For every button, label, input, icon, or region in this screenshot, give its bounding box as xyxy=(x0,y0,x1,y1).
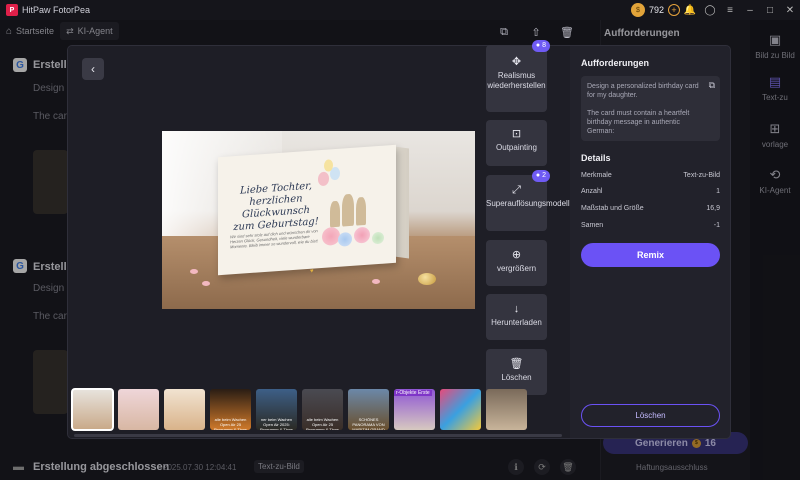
silhouette-figure xyxy=(342,193,354,227)
enlarge-label: vergrößern xyxy=(496,264,537,273)
detail-row-seed: Samen -1 xyxy=(581,222,720,229)
card-greeting: Liebe Tochter, herzlichen Glückwunsch zu… xyxy=(233,180,319,234)
generated-image-preview: Liebe Tochter, herzlichen Glückwunsch zu… xyxy=(162,131,475,309)
thumbnail[interactable] xyxy=(71,388,114,431)
heart-icon: ♥ xyxy=(310,268,314,275)
download-button[interactable]: ↓ Herunterladen xyxy=(486,294,547,340)
upload-icon[interactable]: ⇧ xyxy=(528,24,544,40)
credit-badge: ● 2 xyxy=(531,170,550,182)
back-button[interactable]: ‹ xyxy=(82,58,104,80)
thumbnail-scrollbar[interactable] xyxy=(74,434,562,437)
details-title: Details xyxy=(581,153,611,163)
detail-row-count: Anzahl 1 xyxy=(581,188,720,195)
menu-icon[interactable]: ≡ xyxy=(720,0,740,20)
petal xyxy=(190,269,198,274)
thumbnail-tag: r-Objekte Erste xyxy=(394,390,432,396)
prompts-title: Aufforderungen xyxy=(581,58,649,68)
add-points-button[interactable]: + xyxy=(668,4,680,16)
petal xyxy=(202,281,210,286)
thumbnail-caption: alle beim Wachen Open Air 25 Programm & … xyxy=(305,417,340,430)
gold-ornament xyxy=(418,273,436,285)
detail-key: Anzahl xyxy=(581,188,603,195)
super-resolution-label: Superauflösungsmodell xyxy=(486,199,570,208)
points-count: 792 xyxy=(648,5,664,15)
upscale-icon: ⤢ xyxy=(512,184,521,196)
detail-key: Merkmale xyxy=(581,172,612,179)
chevron-left-icon: ‹ xyxy=(91,62,95,76)
coin-icon: $ xyxy=(630,3,645,17)
thumbnail-strip: alle beim Wachen Open Air 25 Programm & … xyxy=(71,388,527,431)
outpainting-label: Outpainting xyxy=(496,143,537,152)
thumbnail[interactable] xyxy=(164,389,205,430)
copy-icon[interactable]: ⧉ xyxy=(709,80,715,91)
flower xyxy=(372,231,384,245)
enlarge-button[interactable]: ⊕ vergrößern xyxy=(486,240,547,286)
bell-icon[interactable]: 🔔 xyxy=(680,0,700,20)
silhouette-figure xyxy=(356,196,366,226)
app-logo-icon: P xyxy=(6,4,18,16)
thumbnail[interactable]: SCHÖNES PANORAMA VON MARITIM GRAND xyxy=(348,389,389,430)
detail-key: Samen xyxy=(581,222,604,229)
prompt-box: Design a personalized birthday card for … xyxy=(581,76,720,141)
detail-value: 1 xyxy=(716,188,720,195)
balloon xyxy=(318,171,329,187)
thumbnail[interactable] xyxy=(440,389,481,430)
app-window: P HitPaw FotorPea $ 792 + 🔔 ◯ ≡ – □ ✕ ⌂ … xyxy=(0,0,800,480)
flower xyxy=(338,231,352,247)
detail-value: Text-zu-Bild xyxy=(683,172,720,179)
delete-image-label: Löschen xyxy=(501,373,532,382)
thumbnail[interactable]: alle beim Wachen Open Air 25 Programm & … xyxy=(302,389,343,430)
silhouette-figure xyxy=(330,200,340,228)
detail-value: -1 xyxy=(713,222,720,229)
flower xyxy=(322,226,340,246)
title-bar: P HitPaw FotorPea $ 792 + 🔔 ◯ ≡ – □ ✕ xyxy=(0,0,800,20)
thumbnail-caption: alle beim Wachen Open Air 25 Programm & … xyxy=(213,417,248,430)
remix-button[interactable]: Remix xyxy=(581,243,720,267)
detail-key: Maßstab und Größe xyxy=(581,205,644,212)
thumbnail[interactable] xyxy=(486,389,527,430)
petal xyxy=(372,279,380,284)
compare-icon[interactable]: ⧉ xyxy=(496,24,512,40)
thumbnail[interactable]: alle beim Wachen Open Air 25 Programm & … xyxy=(210,389,251,430)
zoom-icon: ⊕ xyxy=(511,249,522,261)
thumbnail[interactable]: r-Objekte Erste xyxy=(394,389,435,430)
prompt-text: Design a personalized birthday card for … xyxy=(587,83,699,135)
credit-badge: ● 8 xyxy=(531,40,550,52)
outpainting-button[interactable]: ⊡ Outpainting xyxy=(486,120,547,166)
thumbnail-caption: ner beim Wachen Open Air 2025: Programm … xyxy=(259,417,294,430)
account-icon[interactable]: ◯ xyxy=(700,0,720,20)
download-icon: ↓ xyxy=(513,303,520,315)
minimize-icon[interactable]: – xyxy=(740,0,760,20)
delete-button[interactable]: Löschen xyxy=(581,404,720,427)
thumbnail-caption: SCHÖNES PANORAMA VON MARITIM GRAND xyxy=(352,417,385,430)
app-title: HitPaw FotorPea xyxy=(22,5,91,15)
detail-row-feature: Merkmale Text-zu-Bild xyxy=(581,172,720,179)
flower xyxy=(354,226,370,244)
super-resolution-button[interactable]: ⤢ Superauflösungsmodell ● 2 xyxy=(486,170,570,231)
thumbnail[interactable] xyxy=(118,389,159,430)
restore-realism-button[interactable]: ✥ Realismus wiederherstellen ● 8 xyxy=(486,40,550,112)
download-label: Herunterladen xyxy=(491,318,542,327)
maximize-icon[interactable]: □ xyxy=(760,0,780,20)
credit-count: 8 xyxy=(542,42,546,49)
credit-count: 2 xyxy=(542,172,546,179)
outpaint-icon: ⊡ xyxy=(511,128,522,140)
thumbnail[interactable]: ner beim Wachen Open Air 2025: Programm … xyxy=(256,389,297,430)
detail-row-scale: Maßstab und Größe 16,9 xyxy=(581,205,720,212)
trash-icon: 🗑 xyxy=(509,358,524,370)
restore-icon: ✥ xyxy=(511,56,522,68)
restore-realism-label: Realismus wiederherstellen xyxy=(487,71,546,90)
birthday-card: Liebe Tochter, herzlichen Glückwunsch zu… xyxy=(218,144,396,276)
close-icon[interactable]: ✕ xyxy=(780,0,800,20)
detail-value: 16,9 xyxy=(706,205,720,212)
trash-icon[interactable]: 🗑 xyxy=(559,24,575,40)
